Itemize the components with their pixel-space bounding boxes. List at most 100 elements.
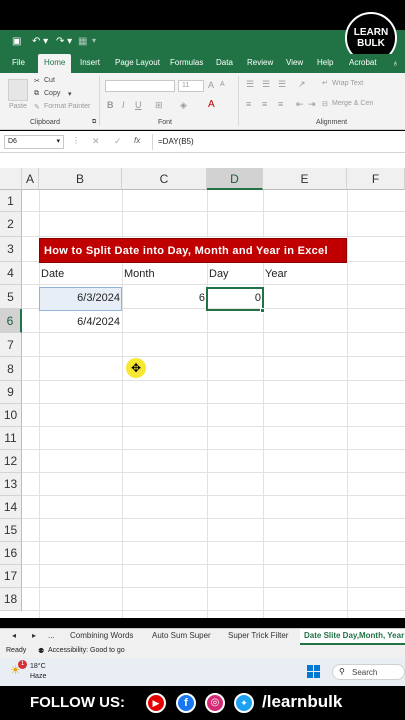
cell-b4[interactable]: Date <box>41 268 64 280</box>
insert-function-icon[interactable]: fx <box>134 136 140 145</box>
name-box[interactable]: D6 ▾ <box>4 135 64 149</box>
tab-view[interactable]: View <box>286 58 303 67</box>
taskbar-search[interactable]: ⚲ Search <box>332 664 405 680</box>
sheet-tab-more[interactable]: ... <box>48 631 55 640</box>
row-header-14[interactable]: 14 <box>0 496 22 519</box>
handle-text: /learnbulk <box>262 692 343 711</box>
tab-formulas[interactable]: Formulas <box>170 58 203 67</box>
column-header-d[interactable]: D <box>207 168 263 190</box>
decrease-indent-icon[interactable]: ⇤ <box>296 99 304 110</box>
sheet-tab-date-split[interactable]: Date Slite Day,Month, Year <box>300 629 405 645</box>
tab-review[interactable]: Review <box>247 58 273 67</box>
row-header-18[interactable]: 18 <box>0 588 22 611</box>
fill-color-icon[interactable]: ◈ <box>180 100 187 111</box>
tab-acrobat[interactable]: Acrobat <box>349 58 377 67</box>
windows-start-icon[interactable] <box>307 665 321 679</box>
tab-insert[interactable]: Insert <box>80 58 100 67</box>
shrink-font-icon[interactable]: A <box>220 81 225 88</box>
cell-c5[interactable]: 6 <box>123 292 205 304</box>
row-header-4[interactable]: 4 <box>0 262 22 285</box>
sheet-tab-auto-sum-super[interactable]: Auto Sum Super <box>152 631 211 640</box>
tab-file[interactable]: File <box>12 58 25 67</box>
format-painter-button[interactable]: Format Painter <box>44 103 90 110</box>
column-header-c[interactable]: C <box>122 168 207 190</box>
column-header-f[interactable]: F <box>347 168 405 190</box>
row-header-15[interactable]: 15 <box>0 519 22 542</box>
twitter-icon[interactable]: ✦ <box>234 693 254 713</box>
cell-c4[interactable]: Month <box>124 268 155 280</box>
row-header-8[interactable]: 8 <box>0 357 22 381</box>
clipboard-launcher-icon[interactable]: ⧉ <box>92 119 96 126</box>
row-header-6[interactable]: 6 <box>0 309 22 333</box>
row-header-2[interactable]: 2 <box>0 212 22 237</box>
underline-button[interactable]: U <box>135 100 142 110</box>
cell-b5[interactable]: 6/3/2024 <box>40 292 120 304</box>
scroll-left-icon[interactable]: ◂ <box>12 631 16 640</box>
fill-handle[interactable] <box>260 308 265 313</box>
cell-e4[interactable]: Year <box>265 268 287 280</box>
increase-indent-icon[interactable]: ⇥ <box>308 99 316 110</box>
copy-dropdown-icon[interactable]: ▾ <box>68 90 72 98</box>
cell-d4[interactable]: Day <box>209 268 229 280</box>
row-header-13[interactable]: 13 <box>0 473 22 496</box>
enter-icon[interactable]: ✓ <box>114 136 122 147</box>
sheet-tab-super-trick-filter[interactable]: Super Trick Filter <box>228 631 288 640</box>
table-icon[interactable]: ▦ <box>78 36 87 47</box>
align-left-icon[interactable]: ≡ <box>246 99 251 109</box>
bold-button[interactable]: B <box>107 100 114 110</box>
borders-icon[interactable]: ⊞ <box>155 100 163 111</box>
formula-input[interactable]: =DAY(B5) <box>158 137 194 146</box>
row-header-1[interactable]: 1 <box>0 190 22 212</box>
align-center-icon[interactable]: ≡ <box>262 99 267 109</box>
column-header-b[interactable]: B <box>39 168 122 190</box>
row-header-17[interactable]: 17 <box>0 565 22 588</box>
facebook-icon[interactable]: f <box>176 693 196 713</box>
cancel-icon[interactable]: ✕ <box>92 136 100 147</box>
tab-page-layout[interactable]: Page Layout <box>115 58 160 67</box>
title-banner[interactable]: How to Split Date into Day, Month and Ye… <box>39 238 347 263</box>
grow-font-icon[interactable]: A <box>208 80 214 90</box>
customize-qat-icon[interactable]: ▾ <box>92 36 96 45</box>
redo-icon[interactable]: ↷ ▾ <box>56 36 72 47</box>
align-top-icon[interactable]: ☰ <box>246 79 254 90</box>
align-right-icon[interactable]: ≡ <box>278 99 283 109</box>
row-header-12[interactable]: 12 <box>0 450 22 473</box>
cell-d5[interactable]: 0 <box>208 292 261 304</box>
accessibility-status[interactable]: Accessibility: Good to go <box>48 647 125 654</box>
paste-button[interactable]: Paste <box>9 103 27 110</box>
tab-home[interactable]: Home <box>38 54 72 73</box>
row-header-9[interactable]: 9 <box>0 381 22 404</box>
align-middle-icon[interactable]: ☰ <box>262 79 270 90</box>
italic-button[interactable]: I <box>122 100 125 110</box>
font-name-select[interactable] <box>105 80 175 92</box>
copy-button[interactable]: Copy <box>44 90 60 97</box>
gridline <box>22 564 405 565</box>
tab-help[interactable]: Help <box>317 58 333 67</box>
cut-button[interactable]: Cut <box>44 77 55 84</box>
paste-icon[interactable] <box>8 79 28 101</box>
column-header-e[interactable]: E <box>263 168 347 190</box>
row-header-7[interactable]: 7 <box>0 333 22 357</box>
row-header-5[interactable]: 5 <box>0 285 22 309</box>
youtube-icon[interactable]: ▶ <box>146 693 166 713</box>
row-header-3[interactable]: 3 <box>0 237 22 262</box>
lightbulb-icon[interactable]: ♁ <box>392 58 399 68</box>
merge-center-button[interactable]: Merge & Cen <box>332 100 373 107</box>
row-header-16[interactable]: 16 <box>0 542 22 565</box>
instagram-icon[interactable]: ◎ <box>205 693 225 713</box>
select-all-corner[interactable] <box>0 168 22 190</box>
font-size-select[interactable]: 11 <box>178 80 204 92</box>
cell-b6[interactable]: 6/4/2024 <box>40 316 120 328</box>
row-header-11[interactable]: 11 <box>0 427 22 450</box>
orientation-icon[interactable]: ↗ <box>298 79 306 90</box>
sheet-tab-combining-words[interactable]: Combining Words <box>70 631 133 640</box>
save-icon[interactable]: ▣ <box>12 36 21 47</box>
column-header-a[interactable]: A <box>22 168 39 190</box>
wrap-text-button[interactable]: Wrap Text <box>332 80 363 87</box>
undo-icon[interactable]: ↶ ▾ <box>32 36 48 47</box>
scroll-right-icon[interactable]: ▸ <box>32 631 36 640</box>
row-header-10[interactable]: 10 <box>0 404 22 427</box>
tab-data[interactable]: Data <box>216 58 233 67</box>
font-color-icon[interactable]: A <box>208 99 215 110</box>
align-bottom-icon[interactable]: ☰ <box>278 79 286 90</box>
